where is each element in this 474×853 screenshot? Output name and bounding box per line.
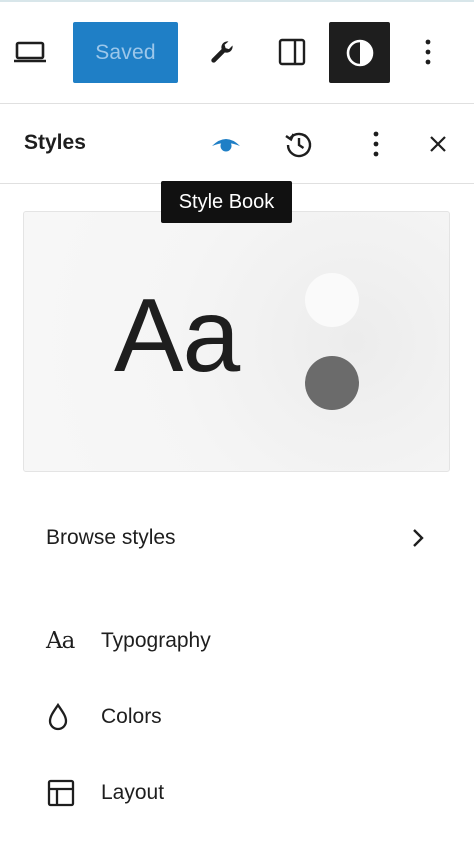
layout-icon bbox=[46, 773, 94, 813]
tools-button[interactable] bbox=[198, 26, 246, 78]
nav-item-label: Colors bbox=[101, 705, 162, 728]
close-panel-button[interactable] bbox=[416, 122, 460, 166]
styles-button[interactable] bbox=[329, 22, 390, 83]
more-vertical-icon bbox=[425, 39, 431, 65]
toggle-sidebar-button[interactable] bbox=[268, 26, 316, 78]
options-button[interactable] bbox=[404, 26, 452, 78]
nav-item-typography[interactable]: Aa Typography bbox=[30, 613, 430, 669]
saved-button[interactable]: Saved bbox=[73, 22, 178, 83]
wrench-icon bbox=[211, 41, 233, 63]
style-preview-card[interactable]: Aa bbox=[23, 211, 450, 472]
droplet-icon bbox=[46, 697, 94, 737]
style-book-button[interactable] bbox=[204, 122, 248, 166]
more-vertical-icon bbox=[373, 131, 379, 157]
nav-item-layout[interactable]: Layout bbox=[30, 765, 430, 821]
device-preview-button[interactable] bbox=[6, 26, 54, 78]
saved-label: Saved bbox=[95, 40, 156, 64]
preview-light-color-dot bbox=[305, 273, 359, 327]
preview-sample-text: Aa bbox=[114, 278, 240, 394]
panel-title: Styles bbox=[24, 131, 86, 154]
styles-contrast-icon bbox=[346, 39, 373, 66]
chevron-right-icon bbox=[406, 526, 430, 550]
browse-styles-item[interactable]: Browse styles bbox=[30, 510, 430, 566]
revisions-button[interactable] bbox=[277, 122, 321, 166]
desktop-icon bbox=[14, 41, 46, 63]
style-book-tooltip: Style Book bbox=[161, 181, 292, 223]
browse-styles-label: Browse styles bbox=[46, 526, 176, 549]
preview-dark-color-dot bbox=[305, 356, 359, 410]
close-icon bbox=[430, 136, 446, 152]
sidebar-icon bbox=[278, 38, 306, 66]
editor-toolbar: Saved bbox=[0, 0, 474, 104]
panel-more-button[interactable] bbox=[354, 122, 398, 166]
typography-icon: Aa bbox=[46, 628, 75, 654]
revisions-icon bbox=[285, 132, 312, 158]
eye-icon bbox=[212, 139, 240, 152]
nav-item-label: Typography bbox=[101, 629, 211, 652]
nav-item-label: Layout bbox=[101, 781, 165, 804]
styles-panel-header: Styles bbox=[0, 104, 474, 184]
nav-item-colors[interactable]: Colors bbox=[30, 689, 430, 745]
